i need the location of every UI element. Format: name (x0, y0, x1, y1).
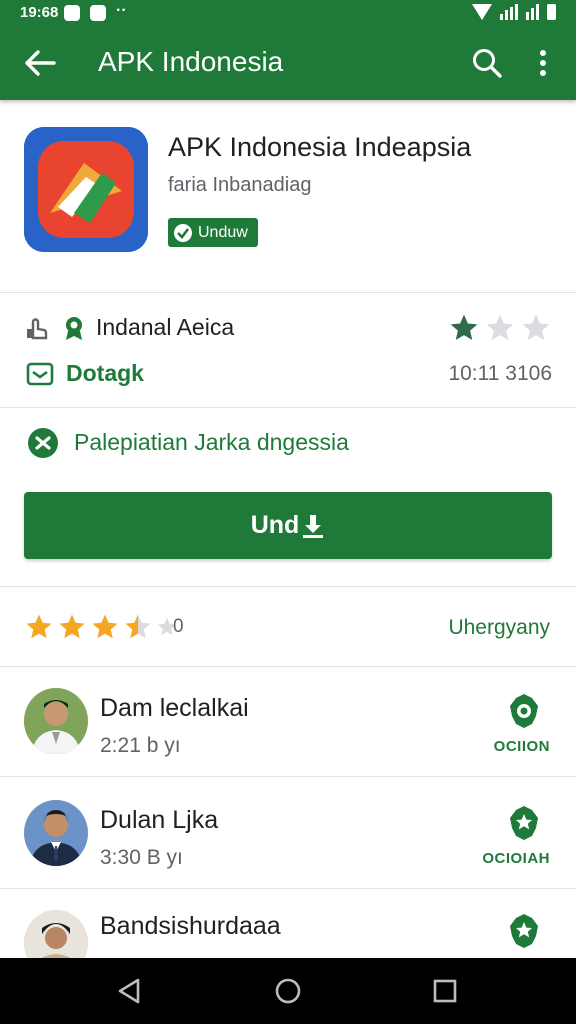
permission-row[interactable]: Palepiatian Jarka dngessia (24, 424, 552, 464)
nav-home-icon[interactable] (273, 976, 303, 1006)
star-filled-icon (450, 314, 478, 340)
meta-row-downloads: Dotagk 10:11 3106 (24, 356, 552, 392)
back-arrow-icon[interactable] (22, 45, 58, 81)
review-time: 2:21 b yı (100, 734, 181, 757)
check-icon (174, 223, 192, 242)
developer-name[interactable]: faria Inbanadiag (168, 174, 311, 197)
review-label: OCIOIAH (482, 850, 550, 867)
review-time: 3:30 B yı (100, 846, 183, 869)
download-icon (303, 514, 324, 538)
more-options-icon[interactable] (528, 46, 558, 80)
status-time: 19:68 (20, 4, 59, 21)
permission-text: Palepiatian Jarka dngessia (74, 429, 349, 455)
review-label: OCIION (493, 738, 550, 755)
meta-row-audience: Indanal Aeica (24, 310, 552, 350)
nav-recents-icon[interactable] (430, 976, 460, 1006)
badge-star-icon[interactable] (502, 912, 546, 952)
divider (0, 292, 576, 293)
divider (0, 888, 576, 889)
divider (0, 407, 576, 408)
download-box-icon (26, 362, 54, 386)
install-label: Und (250, 511, 300, 539)
app-bar: APK Indonesia (0, 26, 576, 100)
rating-value: 0 (173, 616, 184, 637)
review-item[interactable]: Bandsishurdaaa (24, 910, 552, 958)
wifi-icon (472, 4, 492, 20)
app-name: APK Indonesia Indeapsia (168, 132, 472, 162)
reviews-link[interactable]: Uhergyany (448, 616, 550, 640)
content-rating-label: Indanal Aeica (96, 314, 235, 340)
app-icon (24, 127, 148, 252)
avatar (24, 910, 88, 958)
shield-check-icon (28, 428, 58, 458)
badge-label: Unduw (198, 223, 248, 241)
more-notifications-icon: ·· (116, 2, 127, 19)
badge-star-icon[interactable] (502, 804, 546, 844)
signal-icon-2 (526, 4, 539, 20)
reviewer-name: Dam leclalkai (100, 694, 249, 722)
review-item[interactable]: Dam leclalkai 2:21 b yı OCIION (24, 688, 552, 778)
award-icon (66, 317, 82, 340)
status-indicators (472, 4, 556, 20)
notification-icon (64, 5, 80, 21)
divider (0, 586, 576, 587)
divider (0, 666, 576, 667)
avatar (24, 688, 88, 754)
rating-stars: 0 (24, 612, 184, 642)
battery-icon (547, 4, 556, 20)
divider (0, 776, 576, 777)
star-filled-icon (26, 614, 52, 639)
star-filled-icon (59, 614, 85, 639)
install-button[interactable]: Und (24, 492, 552, 559)
downloads-label: Dotagk (66, 360, 144, 386)
review-item[interactable]: Dulan Ljka 3:30 B yı OCIOIAH (24, 800, 552, 890)
page-title: APK Indonesia (98, 46, 284, 77)
update-date: 10:11 3106 (448, 362, 552, 385)
app-notification-icon (90, 5, 106, 21)
system-nav-bar (0, 958, 576, 1024)
content-stars (448, 312, 552, 344)
rating-summary: 0 Uhergyany (24, 610, 552, 650)
verified-badge: Unduw (168, 218, 258, 247)
avatar (24, 800, 88, 866)
signal-icon (500, 4, 518, 20)
nav-back-icon[interactable] (114, 976, 144, 1006)
star-half-icon (125, 614, 151, 639)
search-icon[interactable] (470, 46, 504, 80)
star-empty-icon (486, 314, 514, 340)
badge-gear-icon[interactable] (502, 692, 546, 732)
reviewer-name: Dulan Ljka (100, 806, 219, 834)
reviewer-name: Bandsishurdaaa (100, 912, 281, 940)
star-filled-icon (92, 614, 118, 639)
status-bar: 19:68 ·· (0, 0, 576, 26)
hand-icon (27, 318, 48, 340)
star-empty-icon (522, 314, 550, 340)
